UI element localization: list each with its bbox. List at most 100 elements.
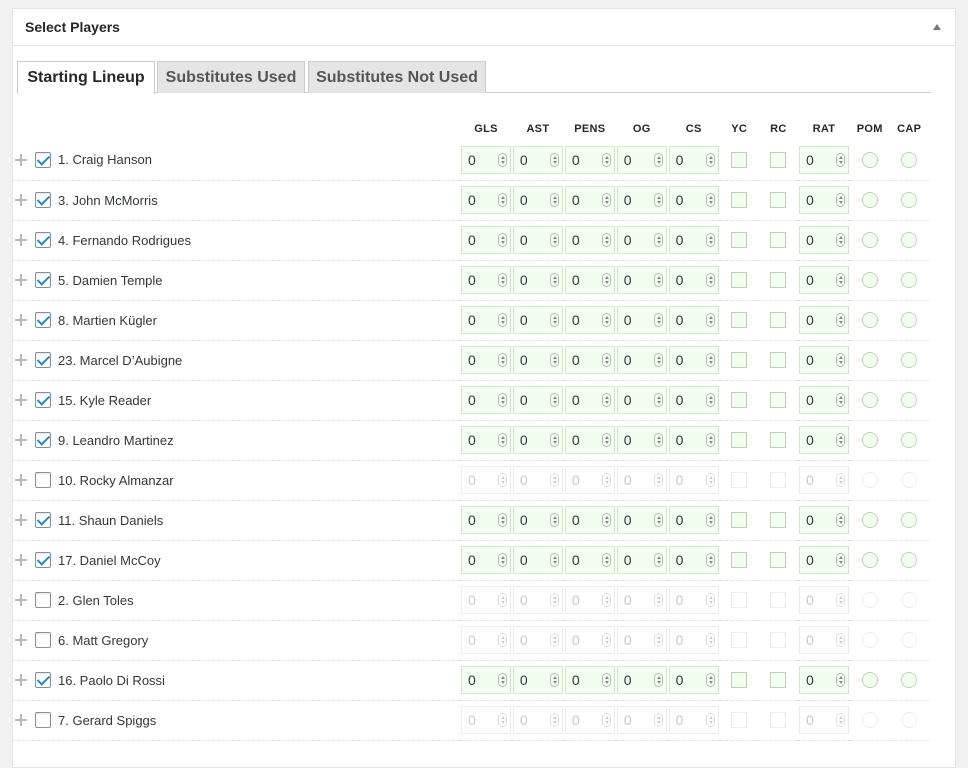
rat-input[interactable]: 0 (798, 666, 849, 694)
spinner-arrows-icon[interactable] (497, 313, 507, 327)
yellow-card-checkbox[interactable] (731, 432, 748, 448)
ast-input[interactable]: 0 (512, 226, 563, 254)
captain-radio[interactable] (901, 432, 918, 448)
red-card-checkbox[interactable] (770, 392, 787, 408)
spinner-arrows-icon[interactable] (601, 593, 611, 607)
pens-input[interactable]: 0 (564, 506, 615, 534)
pom-radio[interactable] (861, 192, 878, 208)
spinner-arrows-icon[interactable] (653, 433, 663, 447)
captain-radio[interactable] (901, 592, 918, 608)
rat-input[interactable]: 0 (798, 386, 849, 414)
spinner-arrows-icon[interactable] (705, 152, 715, 167)
yellow-card-checkbox[interactable] (731, 272, 748, 288)
og-input[interactable]: 0 (616, 266, 667, 294)
ast-input[interactable]: 0 (512, 626, 563, 654)
gls-input[interactable]: 0 (460, 145, 511, 174)
spinner-arrows-icon[interactable] (653, 193, 663, 207)
spinner-arrows-icon[interactable] (653, 673, 663, 687)
spinner-arrows-icon[interactable] (653, 473, 663, 487)
spinner-arrows-icon[interactable] (549, 433, 559, 447)
ast-input[interactable]: 0 (512, 586, 563, 614)
spinner-arrows-icon[interactable] (653, 553, 663, 567)
captain-radio[interactable] (901, 632, 918, 648)
gls-input[interactable]: 0 (460, 386, 511, 414)
pens-input[interactable]: 0 (564, 706, 615, 734)
red-card-checkbox[interactable] (770, 632, 787, 648)
spinner-arrows-icon[interactable] (549, 233, 559, 247)
spinner-arrows-icon[interactable] (549, 593, 559, 607)
og-input[interactable]: 0 (616, 426, 667, 454)
drag-handle-icon[interactable] (14, 393, 28, 407)
pom-radio[interactable] (861, 512, 878, 528)
spinner-arrows-icon[interactable] (835, 633, 845, 647)
spinner-arrows-icon[interactable] (549, 152, 559, 167)
spinner-arrows-icon[interactable] (497, 193, 507, 207)
captain-radio[interactable] (901, 151, 918, 168)
ast-input[interactable]: 0 (512, 666, 563, 694)
spinner-arrows-icon[interactable] (705, 393, 715, 407)
tab-substitutes-used[interactable]: Substitutes Used (157, 61, 305, 93)
player-checkbox[interactable] (35, 352, 51, 368)
ast-input[interactable]: 0 (512, 426, 563, 454)
spinner-arrows-icon[interactable] (705, 473, 715, 487)
gls-input[interactable]: 0 (460, 226, 511, 254)
spinner-arrows-icon[interactable] (835, 593, 845, 607)
spinner-arrows-icon[interactable] (705, 273, 715, 287)
og-input[interactable]: 0 (616, 586, 667, 614)
og-input[interactable]: 0 (616, 626, 667, 654)
yellow-card-checkbox[interactable] (731, 632, 748, 648)
spinner-arrows-icon[interactable] (653, 273, 663, 287)
gls-input[interactable]: 0 (460, 466, 511, 494)
spinner-arrows-icon[interactable] (705, 353, 715, 367)
gls-input[interactable]: 0 (460, 546, 511, 574)
pens-input[interactable]: 0 (564, 426, 615, 454)
spinner-arrows-icon[interactable] (601, 233, 611, 247)
spinner-arrows-icon[interactable] (705, 313, 715, 327)
captain-radio[interactable] (901, 312, 918, 328)
spinner-arrows-icon[interactable] (549, 313, 559, 327)
spinner-arrows-icon[interactable] (653, 353, 663, 367)
red-card-checkbox[interactable] (770, 552, 787, 568)
captain-radio[interactable] (901, 712, 918, 728)
player-checkbox[interactable] (35, 472, 51, 488)
red-card-checkbox[interactable] (770, 432, 787, 448)
pom-radio[interactable] (861, 712, 878, 728)
spinner-arrows-icon[interactable] (497, 593, 507, 607)
yellow-card-checkbox[interactable] (731, 151, 748, 168)
player-checkbox[interactable] (35, 432, 51, 448)
drag-handle-icon[interactable] (14, 433, 28, 447)
spinner-arrows-icon[interactable] (497, 713, 507, 727)
player-checkbox[interactable] (35, 512, 51, 528)
spinner-arrows-icon[interactable] (705, 593, 715, 607)
og-input[interactable]: 0 (616, 466, 667, 494)
cs-input[interactable]: 0 (668, 386, 719, 414)
spinner-arrows-icon[interactable] (497, 393, 507, 407)
drag-handle-icon[interactable] (14, 593, 28, 607)
pens-input[interactable]: 0 (564, 586, 615, 614)
spinner-arrows-icon[interactable] (835, 513, 845, 527)
spinner-arrows-icon[interactable] (601, 353, 611, 367)
captain-radio[interactable] (901, 512, 918, 528)
collapse-arrow-icon[interactable] (933, 24, 941, 30)
captain-radio[interactable] (901, 272, 918, 288)
spinner-arrows-icon[interactable] (653, 513, 663, 527)
gls-input[interactable]: 0 (460, 666, 511, 694)
spinner-arrows-icon[interactable] (835, 553, 845, 567)
captain-radio[interactable] (901, 352, 918, 368)
spinner-arrows-icon[interactable] (835, 433, 845, 447)
ast-input[interactable]: 0 (512, 266, 563, 294)
ast-input[interactable]: 0 (512, 145, 563, 174)
spinner-arrows-icon[interactable] (497, 152, 507, 167)
ast-input[interactable]: 0 (512, 186, 563, 214)
captain-radio[interactable] (901, 472, 918, 488)
cs-input[interactable]: 0 (668, 145, 719, 174)
rat-input[interactable]: 0 (798, 586, 849, 614)
yellow-card-checkbox[interactable] (731, 392, 748, 408)
cs-input[interactable]: 0 (668, 466, 719, 494)
player-checkbox[interactable] (35, 392, 51, 408)
drag-handle-icon[interactable] (14, 513, 28, 527)
yellow-card-checkbox[interactable] (731, 472, 748, 488)
red-card-checkbox[interactable] (770, 592, 787, 608)
red-card-checkbox[interactable] (770, 272, 787, 288)
spinner-arrows-icon[interactable] (601, 633, 611, 647)
